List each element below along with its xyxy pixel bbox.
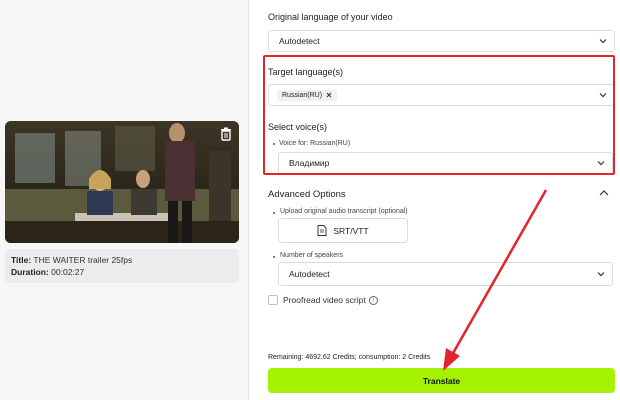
- advanced-options-label[interactable]: Advanced Options: [268, 189, 346, 200]
- speakers-select[interactable]: Autodetect: [278, 262, 613, 286]
- chevron-down-icon: [599, 39, 607, 44]
- upload-transcript-label: Upload original audio transcript (option…: [280, 208, 408, 215]
- highlight-box: [263, 55, 615, 175]
- panel-divider: [248, 0, 249, 400]
- bullet: [273, 256, 275, 258]
- credits-text: Remaining: 4692.62 Credits; consumption:…: [268, 354, 431, 361]
- original-language-select[interactable]: Autodetect: [268, 30, 615, 52]
- chevron-up-icon[interactable]: [599, 189, 609, 197]
- upload-srt-button[interactable]: SRT/VTT: [278, 218, 408, 243]
- trash-icon[interactable]: [219, 127, 233, 141]
- speakers-value: Autodetect: [289, 269, 330, 279]
- video-thumbnail[interactable]: [5, 121, 239, 243]
- video-meta: Title: THE WAITER trailer 25fps Duration…: [5, 249, 239, 283]
- proofread-checkbox[interactable]: [268, 295, 278, 305]
- video-duration-row: Duration: 00:02:27: [11, 266, 233, 278]
- video-title-row: Title: THE WAITER trailer 25fps: [11, 254, 233, 266]
- translate-button[interactable]: Translate: [268, 368, 615, 393]
- chevron-down-icon: [597, 272, 605, 277]
- file-icon: [317, 225, 327, 236]
- original-language-label: Original language of your video: [268, 12, 393, 22]
- info-icon[interactable]: !: [368, 295, 378, 305]
- original-language-value: Autodetect: [279, 36, 320, 46]
- speakers-label: Number of speakers: [280, 252, 344, 259]
- duration-label: Duration:: [11, 267, 49, 277]
- upload-button-label: SRT/VTT: [333, 225, 369, 236]
- title-value: THE WAITER trailer 25fps: [33, 255, 133, 265]
- video-frame-image: [5, 121, 239, 243]
- duration-value: 00:02:27: [51, 267, 85, 277]
- title-label: Title:: [11, 255, 32, 265]
- video-panel: Title: THE WAITER trailer 25fps Duration…: [0, 0, 248, 400]
- proofread-label: Proofread video script: [283, 295, 366, 305]
- proofread-row: Proofread video script !: [283, 295, 378, 305]
- bullet: [273, 212, 275, 214]
